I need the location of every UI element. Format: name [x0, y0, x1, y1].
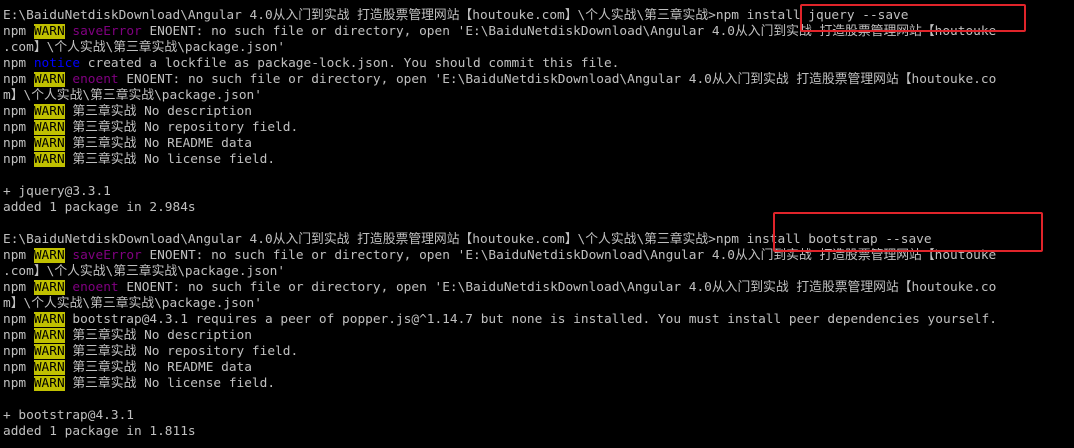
npm-log-line: npm WARN saveError ENOENT: no such file …: [3, 248, 1074, 264]
npm-log-line: npm WARN 第三章实战 No description: [3, 104, 1074, 120]
terminal-text-line: + bootstrap@4.3.1: [3, 408, 1074, 424]
npm-prefix: npm: [3, 280, 27, 295]
npm-prefix: npm: [3, 24, 27, 39]
npm-log-tag: enoent: [72, 72, 119, 87]
prompt-path: E:\BaiduNetdiskDownload\Angular 4.0从入门到实…: [3, 232, 716, 247]
npm-prefix: npm: [3, 312, 27, 327]
terminal-text: .com】\个人实战\第三章实战\package.json': [3, 40, 286, 55]
npm-prefix: npm: [3, 248, 27, 263]
prompt-command: npm install bootstrap --save: [715, 232, 932, 247]
npm-log-line: npm WARN bootstrap@4.3.1 requires a peer…: [3, 312, 1074, 328]
npm-log-message: ENOENT: no such file or directory, open …: [141, 24, 997, 39]
npm-log-tag: saveError: [72, 248, 142, 263]
npm-prefix: npm: [3, 344, 27, 359]
npm-prefix: npm: [3, 328, 27, 343]
npm-log-line: npm WARN 第三章实战 No license field.: [3, 152, 1074, 168]
npm-log-line: npm WARN 第三章实战 No repository field.: [3, 120, 1074, 136]
npm-log-line: npm notice created a lockfile as package…: [3, 56, 1074, 72]
terminal-text: + jquery@3.3.1: [3, 184, 111, 199]
npm-log-message: ENOENT: no such file or directory, open …: [141, 248, 997, 263]
npm-log-message: bootstrap@4.3.1 requires a peer of poppe…: [64, 312, 997, 327]
npm-log-line: npm WARN 第三章实战 No license field.: [3, 376, 1074, 392]
npm-warn-badge: WARN: [33, 312, 65, 327]
npm-warn-badge: WARN: [33, 248, 65, 263]
terminal-prompt-line: E:\BaiduNetdiskDownload\Angular 4.0从入门到实…: [3, 232, 1074, 248]
npm-log-message: 第三章实战 No README data: [64, 360, 252, 375]
npm-warn-badge: WARN: [33, 136, 65, 151]
terminal-text-line: added 1 package in 1.811s: [3, 424, 1074, 440]
terminal-prompt-line: E:\BaiduNetdiskDownload\Angular 4.0从入门到实…: [3, 8, 1074, 24]
npm-warn-badge: WARN: [33, 24, 65, 39]
npm-prefix: npm: [3, 376, 27, 391]
npm-log-message: 第三章实战 No license field.: [64, 152, 276, 167]
npm-prefix: npm: [3, 136, 27, 151]
npm-log-line: npm WARN 第三章实战 No repository field.: [3, 344, 1074, 360]
npm-log-message: 第三章实战 No README data: [64, 136, 252, 151]
npm-log-line: npm WARN enoent ENOENT: no such file or …: [3, 280, 1074, 296]
npm-log-message: ENOENT: no such file or directory, open …: [118, 72, 997, 87]
npm-log-line: npm WARN 第三章实战 No description: [3, 328, 1074, 344]
npm-warn-badge: WARN: [33, 120, 65, 135]
terminal-text: added 1 package in 1.811s: [3, 424, 196, 439]
npm-log-line: npm WARN 第三章实战 No README data: [3, 360, 1074, 376]
terminal-text: m】\个人实战\第三章实战\package.json': [3, 88, 262, 103]
npm-log-message: 第三章实战 No repository field.: [64, 344, 299, 359]
npm-prefix: npm: [3, 104, 27, 119]
npm-prefix: npm: [3, 120, 27, 135]
prompt-path: E:\BaiduNetdiskDownload\Angular 4.0从入门到实…: [3, 8, 716, 23]
npm-log-line: npm WARN 第三章实战 No README data: [3, 136, 1074, 152]
npm-log-message: created a lockfile as package-lock.json.…: [80, 56, 620, 71]
npm-log-line: npm WARN saveError ENOENT: no such file …: [3, 24, 1074, 40]
terminal-text-line: m】\个人实战\第三章实战\package.json': [3, 296, 1074, 312]
npm-prefix: npm: [3, 56, 27, 71]
npm-log-tag: notice: [33, 56, 81, 71]
npm-log-message: 第三章实战 No license field.: [64, 376, 276, 391]
npm-log-tag: saveError: [72, 24, 142, 39]
npm-log-message: ENOENT: no such file or directory, open …: [118, 280, 997, 295]
npm-warn-badge: WARN: [33, 72, 65, 87]
npm-log-message: 第三章实战 No description: [64, 104, 252, 119]
terminal-text: + bootstrap@4.3.1: [3, 408, 134, 423]
npm-log-tag: enoent: [72, 280, 119, 295]
npm-log-line: npm WARN enoent ENOENT: no such file or …: [3, 72, 1074, 88]
terminal-text-line: .com】\个人实战\第三章实战\package.json': [3, 264, 1074, 280]
prompt-command: npm install jquery --save: [715, 8, 909, 23]
npm-warn-badge: WARN: [33, 152, 65, 167]
terminal-output[interactable]: E:\BaiduNetdiskDownload\Angular 4.0从入门到实…: [3, 8, 1074, 440]
terminal-text-line: .com】\个人实战\第三章实战\package.json': [3, 40, 1074, 56]
terminal-text-line: added 1 package in 2.984s: [3, 200, 1074, 216]
npm-warn-badge: WARN: [33, 344, 65, 359]
terminal-text-line: + jquery@3.3.1: [3, 184, 1074, 200]
terminal-text: added 1 package in 2.984s: [3, 200, 196, 215]
npm-warn-badge: WARN: [33, 376, 65, 391]
npm-warn-badge: WARN: [33, 360, 65, 375]
npm-log-message: 第三章实战 No repository field.: [64, 120, 299, 135]
terminal-text: .com】\个人实战\第三章实战\package.json': [3, 264, 286, 279]
terminal-text-line: m】\个人实战\第三章实战\package.json': [3, 88, 1074, 104]
npm-warn-badge: WARN: [33, 280, 65, 295]
npm-log-message: 第三章实战 No description: [64, 328, 252, 343]
npm-prefix: npm: [3, 152, 27, 167]
terminal-text: m】\个人实战\第三章实战\package.json': [3, 296, 262, 311]
npm-prefix: npm: [3, 72, 27, 87]
npm-warn-badge: WARN: [33, 104, 65, 119]
npm-prefix: npm: [3, 360, 27, 375]
npm-warn-badge: WARN: [33, 328, 65, 343]
